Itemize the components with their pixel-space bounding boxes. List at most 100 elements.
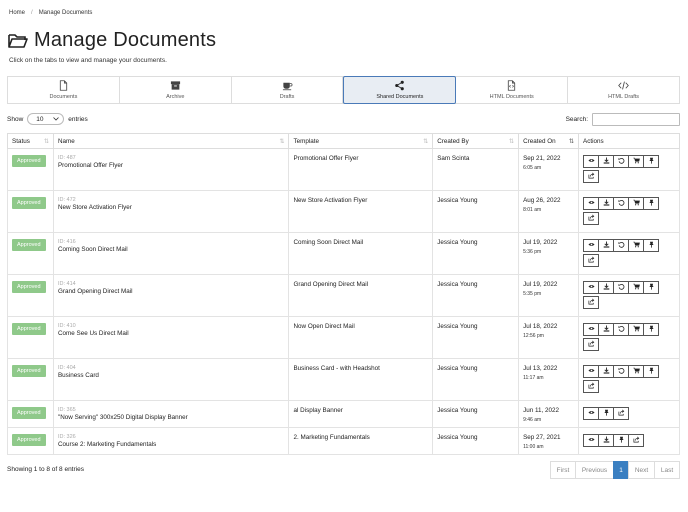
download-button[interactable] <box>598 239 614 252</box>
cart-button[interactable] <box>628 281 644 294</box>
template-cell: Now Open Direct Mail <box>288 316 434 359</box>
cart-button[interactable] <box>628 365 644 378</box>
view-button[interactable] <box>583 281 599 294</box>
share-button[interactable] <box>583 338 599 351</box>
page-number-button[interactable]: 1 <box>613 461 629 479</box>
view-button[interactable] <box>583 365 599 378</box>
page-previous-button[interactable]: Previous <box>575 461 614 479</box>
download-button[interactable] <box>598 197 614 210</box>
pin-button[interactable] <box>643 323 659 336</box>
tab-documents[interactable]: Documents <box>8 77 120 103</box>
column-header-created-by[interactable]: Created By ⇅ <box>432 133 520 149</box>
share-external-icon <box>588 172 595 181</box>
view-button[interactable] <box>583 434 599 447</box>
entries-label: entries <box>68 115 88 123</box>
code-icon <box>618 81 629 90</box>
download-button[interactable] <box>598 281 614 294</box>
view-button[interactable] <box>583 197 599 210</box>
page-next-button[interactable]: Next <box>628 461 655 479</box>
cart-button[interactable] <box>628 155 644 168</box>
status-badge: Approved <box>12 197 46 209</box>
pin-button[interactable] <box>598 407 614 420</box>
share-button[interactable] <box>583 212 599 225</box>
column-header-label: Status <box>12 137 30 145</box>
tab-archive[interactable]: Archive <box>120 77 232 103</box>
reorder-button[interactable] <box>613 155 629 168</box>
pin-icon <box>648 367 655 376</box>
created-on-cell: Aug 26, 2022 8:01 am <box>518 190 579 233</box>
document-tabs: Documents Archive Drafts Shared Document… <box>7 76 680 104</box>
document-id: ID: 472 <box>57 197 76 203</box>
share-button[interactable] <box>583 254 599 267</box>
cart-button[interactable] <box>628 197 644 210</box>
document-name: Course 2: Marketing Fundamentals <box>57 441 157 448</box>
tab-html-documents[interactable]: HTML Documents <box>456 77 569 103</box>
cart-icon <box>632 325 640 334</box>
download-button[interactable] <box>598 323 614 336</box>
view-button[interactable] <box>583 407 599 420</box>
undo-icon <box>618 157 625 166</box>
table-row: Approved ID: 487 Promotional Offer Flyer … <box>7 148 680 191</box>
reorder-button[interactable] <box>613 365 629 378</box>
search-label: Search: <box>565 116 588 123</box>
created-by-cell: Jessica Young <box>432 358 520 401</box>
view-button[interactable] <box>583 323 599 336</box>
reorder-button[interactable] <box>613 323 629 336</box>
view-button[interactable] <box>583 155 599 168</box>
eye-icon <box>587 367 595 376</box>
column-header-name[interactable]: Name ⇅ <box>52 133 290 149</box>
table-row: Approved ID: 414 Grand Opening Direct Mai… <box>7 274 680 317</box>
column-header-label: Created By <box>437 137 469 145</box>
pin-button[interactable] <box>643 365 659 378</box>
tab-shared-documents[interactable]: Shared Documents <box>343 76 457 104</box>
cart-button[interactable] <box>628 323 644 336</box>
page-size-select[interactable]: 10 <box>27 113 65 125</box>
tab-html-drafts[interactable]: HTML Drafts <box>568 77 679 103</box>
view-button[interactable] <box>583 239 599 252</box>
reorder-button[interactable] <box>613 239 629 252</box>
share-button[interactable] <box>613 407 629 420</box>
share-external-icon <box>588 214 595 223</box>
created-on-cell: Sep 21, 2022 6:05 am <box>518 148 579 191</box>
row-actions <box>583 407 663 422</box>
search-input[interactable] <box>592 113 680 126</box>
pin-button[interactable] <box>643 155 659 168</box>
created-by-cell: Jessica Young <box>432 190 520 233</box>
share-button[interactable] <box>583 380 599 393</box>
pin-button[interactable] <box>643 281 659 294</box>
created-time: 11:17 am <box>523 375 544 381</box>
table-row: Approved ID: 365 "Now Serving" 300x250 Di… <box>7 400 680 428</box>
page-last-button[interactable]: Last <box>654 461 680 479</box>
download-button[interactable] <box>598 155 614 168</box>
pin-button[interactable] <box>643 239 659 252</box>
status-cell: Approved <box>7 190 54 233</box>
share-button[interactable] <box>628 434 644 447</box>
share-button[interactable] <box>583 296 599 309</box>
pin-icon <box>648 241 655 250</box>
eye-icon <box>587 241 595 250</box>
archive-icon <box>170 81 180 90</box>
eye-icon <box>587 283 595 292</box>
page-first-button[interactable]: First <box>550 461 576 479</box>
document-id: ID: 414 <box>57 281 76 287</box>
reorder-button[interactable] <box>613 197 629 210</box>
pin-button[interactable] <box>613 434 629 447</box>
undo-icon <box>618 325 625 334</box>
page-size-control: Show 10 entries <box>7 113 88 125</box>
breadcrumb-home[interactable]: Home <box>9 10 25 16</box>
template-cell: Promotional Offer Flyer <box>288 148 434 191</box>
cart-button[interactable] <box>628 239 644 252</box>
column-header-created-on[interactable]: Created On ⇅ <box>518 133 579 149</box>
column-header-template[interactable]: Template ⇅ <box>288 133 434 149</box>
tab-drafts[interactable]: Drafts <box>232 77 344 103</box>
pin-button[interactable] <box>643 197 659 210</box>
download-button[interactable] <box>598 434 614 447</box>
download-button[interactable] <box>598 365 614 378</box>
share-button[interactable] <box>583 170 599 183</box>
document-id: ID: 365 <box>57 407 76 413</box>
actions-cell <box>578 148 680 191</box>
column-header-status[interactable]: Status ⇅ <box>7 133 54 149</box>
reorder-button[interactable] <box>613 281 629 294</box>
name-cell: ID: 416 Coming Soon Direct Mail <box>52 232 290 275</box>
sort-icon: ⇅ <box>279 139 285 145</box>
